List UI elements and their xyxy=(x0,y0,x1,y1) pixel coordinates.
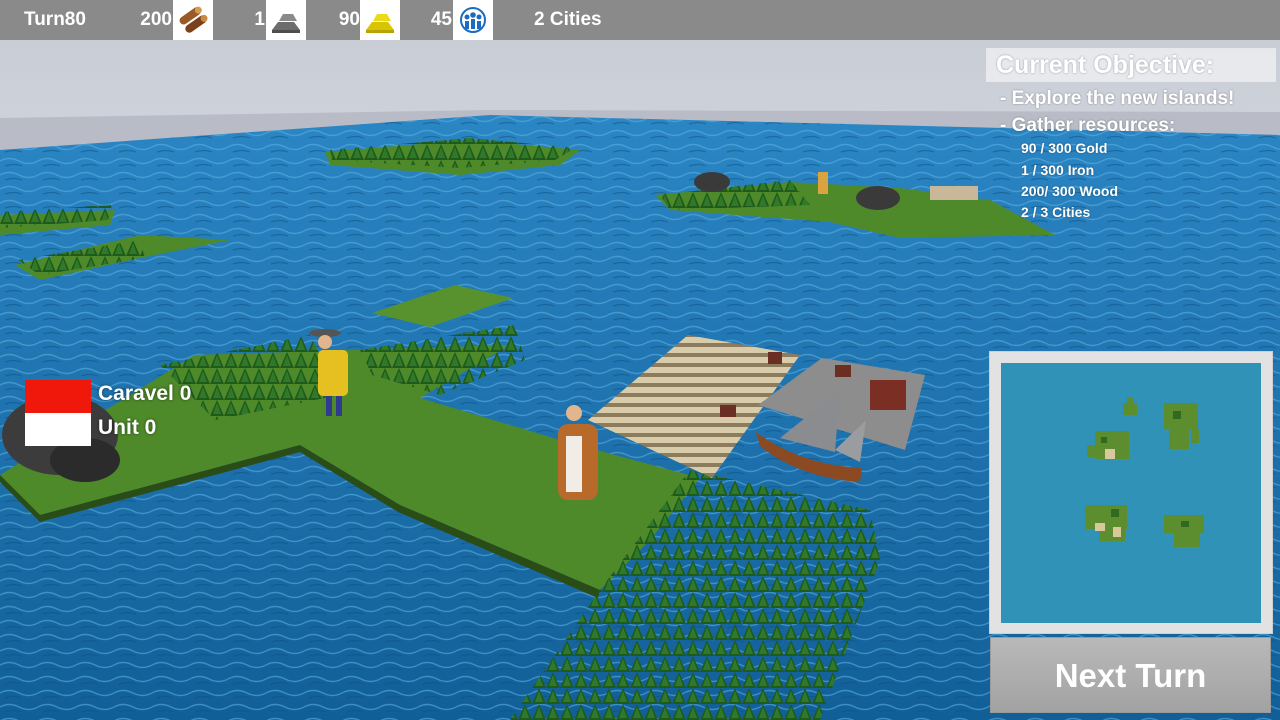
objective-cities: 2 / 3 Cities xyxy=(1021,204,1091,220)
population-icon xyxy=(453,0,493,40)
objective-panel: Current Objective: - Explore the new isl… xyxy=(986,48,1276,220)
minimap-view[interactable] xyxy=(1001,363,1261,623)
gold-count: 90 xyxy=(338,9,360,30)
gold-ingot-icon xyxy=(360,0,400,40)
objective-gold: 90 / 300 Gold xyxy=(1021,140,1108,156)
objective-gather: - Gather resources: xyxy=(1000,115,1176,136)
unit-count-label: Unit 0 xyxy=(98,416,157,439)
next-turn-button[interactable]: Next Turn xyxy=(990,637,1271,713)
turn-counter: Turn80 xyxy=(24,9,86,30)
iron-count: 1 xyxy=(254,9,265,30)
objective-explore: - Explore the new islands! xyxy=(1000,88,1235,109)
wood-count: 200 xyxy=(140,9,172,30)
minimap-islands xyxy=(1085,397,1204,547)
objective-wood: 200/ 300 Wood xyxy=(1021,183,1119,199)
colonist-distant xyxy=(818,172,828,194)
cities-count: 2 Cities xyxy=(534,9,602,30)
iron-ingot-icon xyxy=(266,0,306,40)
objective-title: Current Objective: xyxy=(986,48,1276,82)
population-count: 45 xyxy=(430,9,452,30)
resource-bar: Turn80 200 1 90 45 2 Cities xyxy=(0,0,1280,40)
unit-color-swatch xyxy=(25,413,91,446)
caravel-color-swatch xyxy=(25,380,91,413)
caravel-count-label: Caravel 0 xyxy=(98,382,192,405)
wood-logs-icon xyxy=(173,0,213,40)
minimap[interactable] xyxy=(989,351,1273,634)
objective-iron: 1 / 300 Iron xyxy=(1021,162,1095,178)
